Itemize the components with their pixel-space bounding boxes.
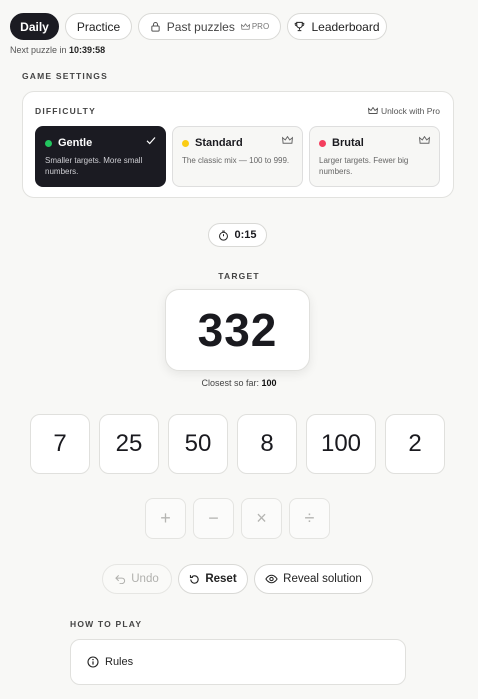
tab-practice-label: Practice [76,19,121,34]
undo-label: Undo [131,573,159,585]
info-icon [87,656,99,668]
tab-practice[interactable]: Practice [65,13,132,40]
tab-leaderboard-label: Leaderboard [311,19,380,34]
rules-toggle[interactable]: Rules [70,639,406,685]
undo-icon [115,574,126,584]
difficulty-name: Gentle [58,137,93,149]
next-puzzle-time: 10:39:58 [69,45,106,55]
pro-badge: PRO [240,22,270,31]
crown-icon [240,22,250,30]
tab-daily[interactable]: Daily [10,13,59,40]
tab-daily-label: Daily [20,19,49,34]
tab-past-puzzles[interactable]: Past puzzles PRO [138,13,281,40]
difficulty-card: DIFFICULTY Unlock with Pro Gentle Smalle… [22,91,454,198]
difficulty-description: Smaller targets. More small numbers. [45,156,143,176]
gentle-dot [45,139,52,147]
difficulty-heading: DIFFICULTY [35,106,96,116]
difficulty-option-brutal[interactable]: Brutal Larger targets. Fewer big numbers… [309,126,440,187]
unlock-with-pro-link[interactable]: Unlock with Pro [367,106,440,116]
reveal-solution-label: Reveal solution [283,573,362,585]
stopwatch-icon [219,230,229,241]
number-tile[interactable]: 8 [237,414,297,474]
crown-icon [282,136,293,144]
reset-button[interactable]: Reset [178,564,248,594]
number-tile[interactable]: 50 [168,414,228,474]
timer: 0:15 [208,223,267,247]
closest-so-far: Closest so far: 100 [0,378,478,388]
tab-past-puzzles-label: Past puzzles [166,19,235,34]
standard-dot [182,139,189,147]
brutal-dot [319,139,326,147]
crown-icon [367,107,378,114]
reset-label: Reset [205,573,237,585]
reveal-solution-button[interactable]: Reveal solution [254,564,373,594]
number-tile[interactable]: 7 [30,414,90,474]
target-number: 332 [165,289,310,371]
trophy-icon [295,21,305,32]
closest-value: 100 [261,378,277,388]
timer-value: 0:15 [234,229,257,241]
number-tile[interactable]: 25 [99,414,159,474]
difficulty-option-gentle[interactable]: Gentle Smaller targets. More small numbe… [35,126,166,187]
pro-badge-label: PRO [251,22,270,31]
difficulty-option-standard[interactable]: Standard The classic mix — 100 to 999. [172,126,303,187]
rules-label: Rules [105,656,134,668]
divide-button[interactable]: ÷ [289,498,330,539]
unlock-label: Unlock with Pro [380,106,440,116]
difficulty-description: Larger targets. Fewer big numbers. [319,156,409,176]
next-puzzle-label: Next puzzle in [10,45,67,55]
lock-icon [151,21,160,32]
next-puzzle-countdown: Next puzzle in 10:39:58 [10,45,105,55]
how-to-play-heading: HOW TO PLAY [70,619,143,629]
difficulty-name: Standard [195,137,243,149]
game-settings-heading: GAME SETTINGS [22,71,108,81]
eye-icon [265,574,278,584]
undo-button[interactable]: Undo [102,564,172,594]
difficulty-description: The classic mix — 100 to 999. [182,156,290,165]
number-tile[interactable]: 100 [306,414,376,474]
multiply-button[interactable]: × [241,498,282,539]
plus-button[interactable]: + [145,498,186,539]
minus-button[interactable]: − [193,498,234,539]
tab-leaderboard[interactable]: Leaderboard [287,13,387,40]
target-heading: TARGET [218,271,260,281]
reset-icon [190,574,199,584]
number-tile[interactable]: 2 [385,414,445,474]
check-icon [146,137,156,145]
crown-icon [419,136,430,144]
closest-label: Closest so far: [201,378,259,388]
difficulty-name: Brutal [332,137,364,149]
